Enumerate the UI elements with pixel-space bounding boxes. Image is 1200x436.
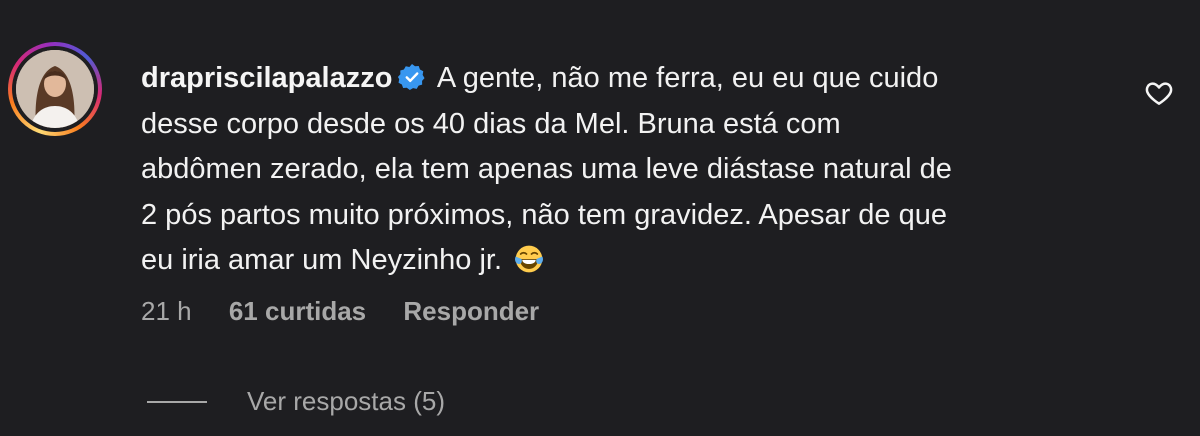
- comment-item: drapriscilapalazzo A gente, não me ferra…: [0, 0, 1200, 436]
- comment-text: drapriscilapalazzo A gente, não me ferra…: [141, 56, 1101, 284]
- comment-line-5: eu iria amar um Neyzinho jr.: [141, 244, 503, 276]
- avatar-gap: [12, 46, 98, 132]
- comment-body: drapriscilapalazzo A gente, não me ferra…: [141, 56, 1101, 284]
- replies-divider: [147, 400, 207, 403]
- username-link[interactable]: drapriscilapalazzo: [141, 62, 392, 94]
- comment-line-1: A gente, não me ferra, eu eu que cuido: [436, 62, 939, 94]
- avatar-story-ring[interactable]: [8, 42, 102, 136]
- comment-line-2: desse corpo desde os 40 dias da Mel. Bru…: [141, 107, 841, 140]
- avatar-image: [16, 50, 94, 128]
- comment-line-4: 2 pós partos muito próximos, não tem gra…: [141, 198, 947, 231]
- laughing-tears-emoji-icon: [515, 245, 544, 273]
- likes-count[interactable]: 61 curtidas: [229, 296, 366, 326]
- avatar[interactable]: [16, 50, 94, 128]
- reply-button[interactable]: Responder: [403, 296, 539, 326]
- heart-icon[interactable]: [1144, 78, 1174, 108]
- view-replies-label: Ver respostas (5): [247, 386, 445, 416]
- comment-line-3: abdômen zerado, ela tem apenas uma leve …: [141, 153, 952, 185]
- comment-meta: 21 h 61 curtidas Responder: [141, 296, 569, 327]
- verified-badge-icon: [398, 64, 425, 90]
- comment-time[interactable]: 21 h: [141, 296, 192, 326]
- view-replies-button[interactable]: Ver respostas (5): [147, 386, 445, 417]
